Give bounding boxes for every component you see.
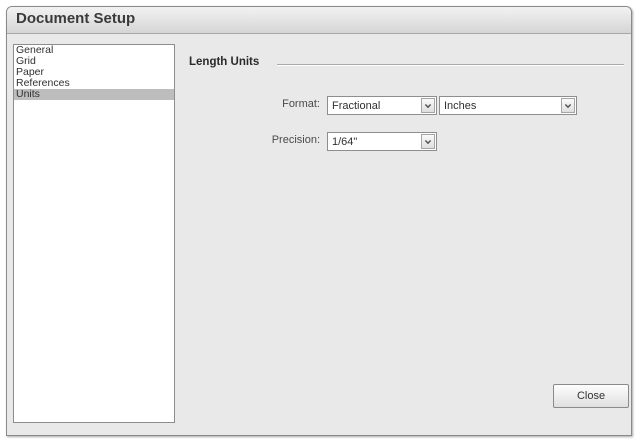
section-divider bbox=[277, 64, 624, 66]
format-unit-dropdown-button[interactable] bbox=[561, 98, 575, 113]
format-type-select[interactable]: Fractional bbox=[327, 96, 437, 115]
format-label: Format: bbox=[282, 98, 320, 110]
precision-dropdown-button[interactable] bbox=[421, 134, 435, 149]
chevron-down-icon bbox=[564, 101, 572, 109]
close-button[interactable]: Close bbox=[553, 384, 629, 408]
sidebar-item-units[interactable]: Units bbox=[14, 89, 174, 100]
precision-label: Precision: bbox=[271, 134, 320, 146]
document-setup-dialog: Document Setup General Grid Paper Refere… bbox=[6, 6, 632, 436]
format-type-value: Fractional bbox=[332, 100, 381, 112]
format-unit-value: Inches bbox=[444, 100, 477, 112]
section-title-length-units: Length Units bbox=[189, 56, 260, 68]
precision-select[interactable]: 1/64" bbox=[327, 132, 437, 151]
sidebar-item-general[interactable]: General bbox=[14, 45, 174, 56]
title-bar[interactable]: Document Setup bbox=[7, 7, 631, 34]
dialog-title: Document Setup bbox=[16, 10, 136, 27]
chevron-down-icon bbox=[424, 137, 432, 145]
precision-value: 1/64" bbox=[332, 136, 358, 148]
format-unit-select[interactable]: Inches bbox=[439, 96, 577, 115]
format-type-dropdown-button[interactable] bbox=[421, 98, 435, 113]
chevron-down-icon bbox=[424, 101, 432, 109]
settings-category-list: General Grid Paper References Units bbox=[13, 44, 175, 423]
